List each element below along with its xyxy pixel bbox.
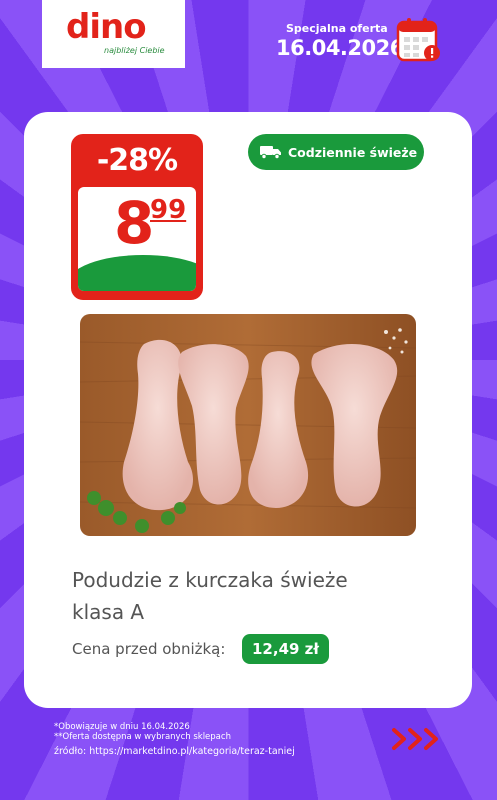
delivery-truck-icon xyxy=(260,146,281,159)
chevron-right-triple-icon[interactable] xyxy=(390,726,446,752)
previous-price-label: Cena przed obniżką: xyxy=(72,640,226,658)
price-panel: 8 99 xyxy=(78,187,196,291)
previous-price-badge: 12,49 zł xyxy=(242,634,329,664)
footer-note-availability: **Oferta dostępna w wybranych sklepach xyxy=(54,732,231,742)
product-image xyxy=(79,314,417,536)
footer-notes: *Obowiązuje w dniu 16.04.2026 **Oferta d… xyxy=(54,722,231,742)
footer-note-validity: *Obowiązuje w dniu 16.04.2026 xyxy=(54,722,190,732)
product-name-line1: Podudzie z kurczaka świeże xyxy=(72,568,348,592)
price-integer: 8 xyxy=(114,189,155,257)
offer-label: Specjalna oferta xyxy=(286,22,388,35)
price-panel-wave xyxy=(78,255,196,291)
product-card[interactable]: -28% 8 99 Codziennie świeże Podudzie z k… xyxy=(24,112,472,708)
brand-name: dino xyxy=(66,7,147,47)
price-decimal: 99 xyxy=(150,195,187,225)
offer-date: 16.04.2026 xyxy=(276,36,404,60)
price-badge: -28% 8 99 xyxy=(71,134,203,300)
footer-source-link[interactable]: źródło: https://marketdino.pl/kategoria/… xyxy=(54,746,295,757)
calendar-icon xyxy=(396,18,440,62)
product-name-line2: klasa A xyxy=(72,600,145,624)
brand-tagline: najbliżej Ciebie xyxy=(104,46,165,55)
brand-logo[interactable]: dino najbliżej Ciebie xyxy=(42,0,185,68)
fresh-badge-label: Codziennie świeże xyxy=(288,144,418,160)
discount-label: -28% xyxy=(96,143,178,178)
fresh-badge: Codziennie świeże xyxy=(248,134,424,170)
product-name: Podudzie z kurczaka świeże klasa A xyxy=(72,564,442,628)
